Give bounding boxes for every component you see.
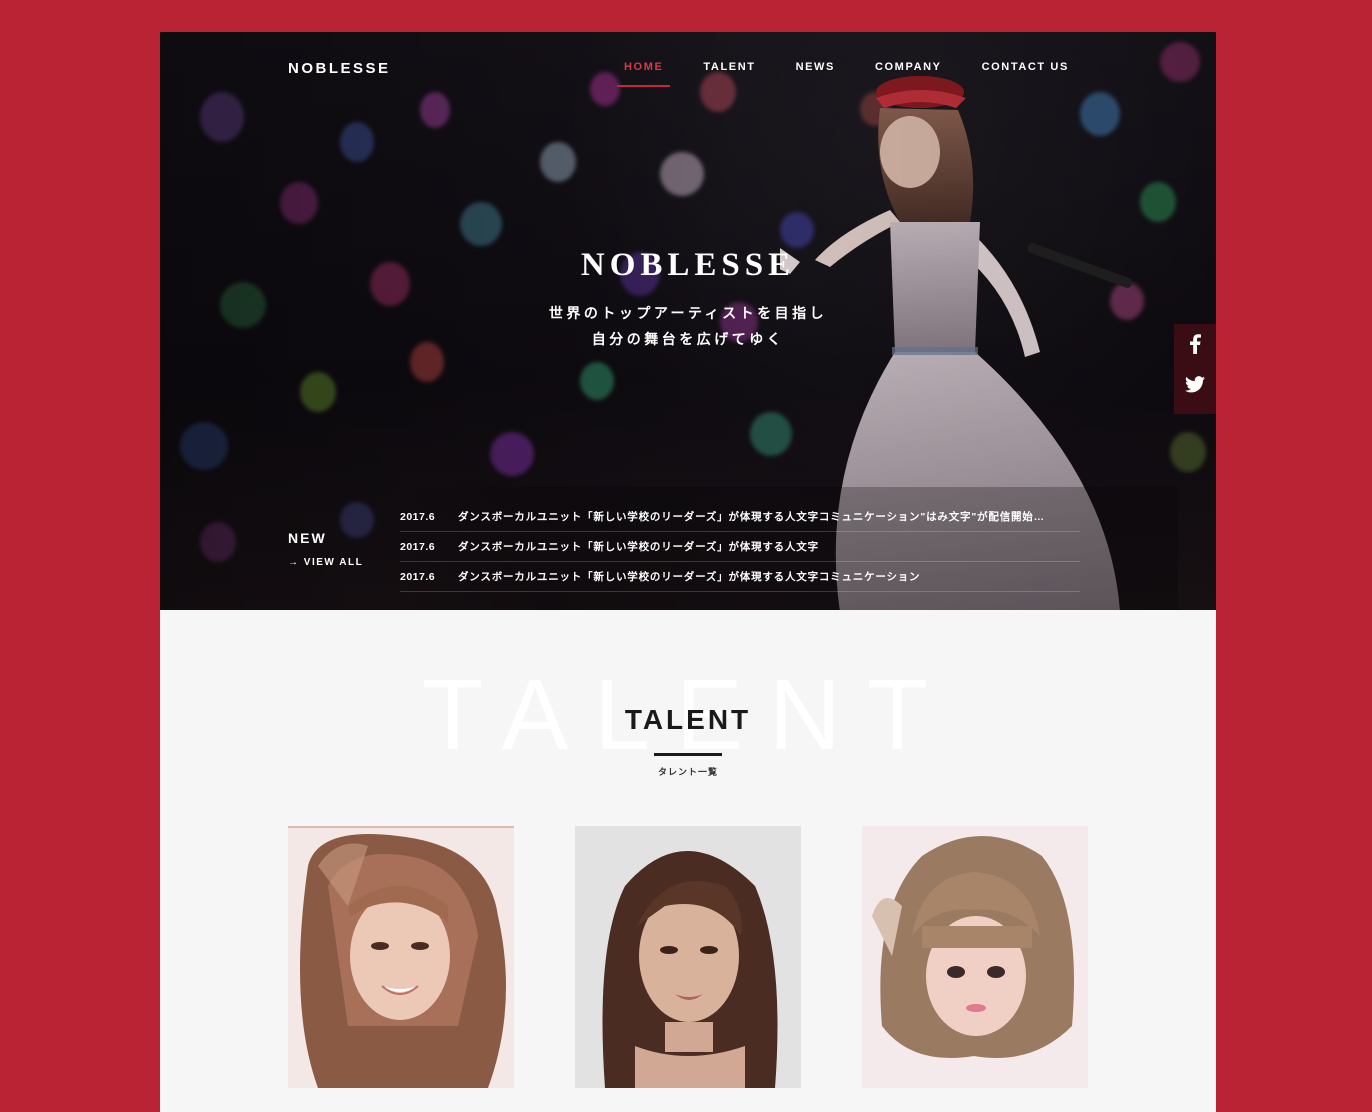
twitter-icon[interactable] (1174, 364, 1216, 404)
news-title: ダンスボーカルユニット「新しい学校のリーダーズ」が体現する人文字コミュニケーショ… (458, 511, 1045, 523)
news-item[interactable]: 2017.6 ダンスボーカルユニット「新しい学校のリーダーズ」が体現する人文字コ… (400, 502, 1080, 532)
hero-title: NOBLESSE (580, 247, 796, 283)
nav-contact-us[interactable]: CONTACT US (982, 61, 1069, 73)
news-date: 2017.6 (400, 540, 436, 553)
talent-photo (575, 826, 801, 1088)
news-item[interactable]: 2017.6 ダンスボーカルユニット「新しい学校のリーダーズ」が体現する人文字 (400, 532, 1080, 562)
news-date: 2017.6 (400, 570, 436, 583)
news-view-all-link[interactable]: → VIEW ALL (288, 557, 363, 568)
news-date: 2017.6 (400, 510, 436, 523)
hero-tagline-line-1: 世界のトップアーティストを目指し (548, 305, 828, 321)
nav-news[interactable]: NEWS (796, 61, 835, 73)
site-page: NOBLESSE HOME TALENT NEWS COMPANY CONTAC… (160, 32, 1216, 1112)
social-sidebar (1174, 324, 1216, 414)
talent-section: TALENT TALENT タレント一覧 (160, 610, 1216, 1112)
news-list: 2017.6 ダンスボーカルユニット「新しい学校のリーダーズ」が体現する人文字コ… (400, 502, 1080, 592)
hero-section: NOBLESSE HOME TALENT NEWS COMPANY CONTAC… (160, 32, 1216, 610)
news-title: ダンスボーカルユニット「新しい学校のリーダーズ」が体現する人文字 (458, 541, 819, 553)
nav-talent[interactable]: TALENT (703, 61, 755, 73)
talent-card[interactable] (862, 826, 1088, 1088)
facebook-icon[interactable] (1174, 324, 1216, 364)
talent-card[interactable] (575, 826, 801, 1088)
talent-subtitle: タレント一覧 (657, 767, 718, 777)
hero-tagline: 世界のトップアーティストを目指し 自分の舞台を広げてゆく (160, 300, 1216, 352)
nav-home[interactable]: HOME (616, 61, 671, 87)
news-item[interactable]: 2017.6 ダンスボーカルユニット「新しい学校のリーダーズ」が体現する人文字コ… (400, 562, 1080, 592)
talent-card[interactable] (288, 826, 514, 1088)
site-logo[interactable]: NOBLESSE (288, 60, 391, 77)
talent-photo (288, 826, 514, 1088)
talent-heading-underline (654, 753, 722, 756)
news-label: NEW (288, 530, 327, 546)
hero-tagline-line-2: 自分の舞台を広げてゆく (591, 331, 785, 347)
talent-heading: TALENT (624, 704, 752, 735)
main-nav: HOME TALENT NEWS COMPANY CONTACT US (616, 61, 1109, 87)
talent-photo (862, 826, 1088, 1088)
nav-company[interactable]: COMPANY (875, 61, 942, 73)
news-title: ダンスボーカルユニット「新しい学校のリーダーズ」が体現する人文字コミュニケーショ… (458, 571, 921, 583)
